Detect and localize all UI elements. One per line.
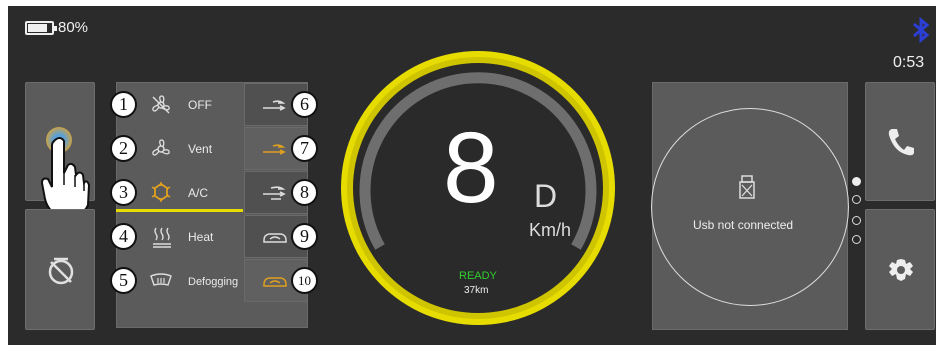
- defog-windshield-icon: [150, 273, 172, 286]
- range-remaining: 37km: [464, 285, 489, 296]
- page-dot-active[interactable]: [852, 177, 861, 186]
- callout-8: 8: [291, 179, 318, 206]
- page-dot[interactable]: [852, 195, 861, 204]
- airflow-icon: [263, 100, 286, 111]
- callout-7: 7: [291, 135, 318, 162]
- callout-9: 9: [291, 223, 318, 250]
- callout-2: 2: [110, 135, 137, 162]
- battery-percentage: 80%: [58, 19, 89, 36]
- climate-app-button[interactable]: [25, 82, 95, 216]
- climate-mode-label: Heat: [188, 230, 214, 244]
- car-recirculate-icon: [263, 233, 287, 243]
- phone-icon: [888, 129, 914, 156]
- ready-status: READY: [459, 270, 497, 282]
- page-dot[interactable]: [852, 235, 861, 244]
- usb-status: Usb not connected: [693, 218, 794, 232]
- ac-snowflake-icon: [151, 182, 171, 202]
- phone-button[interactable]: [865, 82, 935, 201]
- battery-icon: [25, 21, 57, 35]
- dashboard-screen: 80% 0:53 OFF Vent A/C Heat Defogging 1 2…: [8, 6, 936, 345]
- climate-mode-label: OFF: [188, 98, 212, 112]
- page-dot[interactable]: [852, 216, 861, 225]
- callout-10: 10: [291, 267, 318, 294]
- heat-waves-icon: [153, 227, 171, 248]
- bluetooth-icon[interactable]: [910, 16, 932, 44]
- callout-6: 6: [291, 91, 318, 118]
- media-panel[interactable]: Usb not connected: [651, 82, 849, 330]
- settings-button[interactable]: [865, 209, 935, 330]
- speed-value: 8: [443, 112, 499, 224]
- climate-mode-label: A/C: [188, 186, 209, 200]
- speed-unit: Km/h: [529, 220, 572, 240]
- usb-icon: [739, 175, 755, 199]
- airflow-icon: [263, 144, 286, 155]
- climate-mode-label: Vent: [188, 142, 213, 156]
- callout-4: 4: [110, 223, 137, 250]
- fan-icon: [152, 139, 170, 156]
- speedometer-off-icon: [48, 257, 74, 285]
- hand-pointer-icon: [40, 137, 90, 216]
- callout-5: 5: [110, 267, 137, 294]
- ac-active-underline: [116, 209, 243, 212]
- car-recirculate-icon: [263, 277, 287, 287]
- gear-indicator: D: [534, 178, 558, 214]
- usb-circle: [651, 108, 849, 306]
- airflow-mixed-icon: [263, 186, 286, 200]
- fan-off-icon: [152, 95, 170, 114]
- gear-icon: [889, 259, 913, 281]
- climate-mode-label: Defogging: [188, 276, 239, 288]
- callout-1: 1: [110, 91, 137, 118]
- clock: 0:53: [893, 54, 925, 71]
- callout-3: 3: [110, 179, 137, 206]
- speedometer-app-button[interactable]: [25, 209, 95, 330]
